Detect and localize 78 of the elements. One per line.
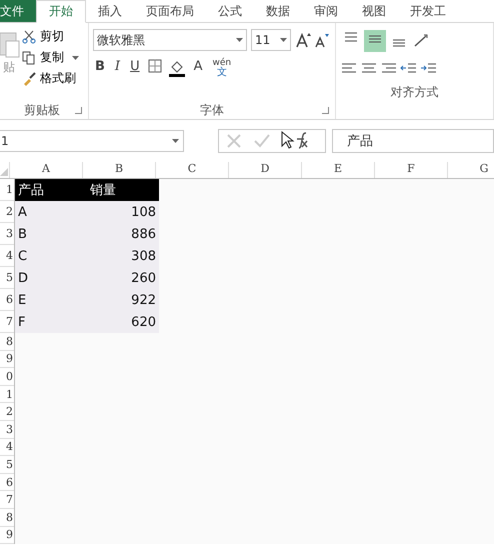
column-header[interactable]: E: [302, 162, 375, 178]
table-cell: E: [15, 289, 87, 311]
caret-icon: [72, 56, 79, 60]
row-header[interactable]: 2: [6, 205, 13, 218]
row-header[interactable]: 6: [6, 293, 13, 306]
caret-icon[interactable]: [280, 38, 287, 42]
row-header[interactable]: 1: [6, 183, 13, 196]
column-header[interactable]: G: [448, 162, 494, 178]
row-header[interactable]: 5: [6, 271, 13, 284]
table-cell: C: [15, 245, 87, 267]
copy-button[interactable]: 复制: [22, 48, 79, 67]
brush-icon: [22, 72, 36, 86]
ribbon-tab[interactable]: 插入: [86, 0, 134, 22]
table-cell: F: [15, 311, 87, 333]
table-cell: 922: [87, 289, 159, 311]
shrink-font-icon[interactable]: [315, 32, 329, 48]
fill-color-icon[interactable]: [168, 59, 186, 77]
row-header[interactable]: 7: [6, 315, 13, 328]
ribbon-tab[interactable]: 文件: [0, 0, 36, 22]
table-cell: B: [15, 223, 87, 245]
row-header[interactable]: 2: [6, 405, 13, 418]
borders-icon[interactable]: [148, 59, 162, 73]
row-header[interactable]: 7: [6, 493, 13, 506]
ribbon-tab[interactable]: 数据: [254, 0, 302, 22]
underline-button[interactable]: U: [128, 59, 142, 74]
header-cell: 销量: [87, 179, 159, 201]
header-cell: 产品: [15, 179, 87, 201]
ribbon-tab[interactable]: 视图: [350, 0, 398, 22]
table-cell: 260: [87, 267, 159, 289]
table-cell: 108: [87, 201, 159, 223]
group-label: 字体: [200, 102, 224, 118]
italic-button[interactable]: I: [112, 59, 122, 74]
ribbon-tab[interactable]: 公式: [206, 0, 254, 22]
align-middle-icon[interactable]: [364, 30, 386, 52]
cut-button[interactable]: 剪切: [22, 27, 79, 46]
ribbon-tab[interactable]: 开始: [36, 0, 86, 23]
row-header[interactable]: 3: [6, 227, 13, 240]
ribbon-tab[interactable]: 页面布局: [134, 0, 206, 22]
bold-button[interactable]: B: [93, 59, 107, 74]
caret-icon[interactable]: [172, 139, 179, 143]
table-cell: D: [15, 267, 87, 289]
row-header[interactable]: 8: [6, 510, 13, 524]
font-name-field[interactable]: 微软雅黑: [93, 29, 247, 51]
row-header[interactable]: 1: [6, 388, 13, 401]
grow-font-icon[interactable]: [295, 32, 311, 48]
column-header[interactable]: A: [10, 162, 83, 178]
font-color-button[interactable]: A: [192, 59, 204, 74]
column-header[interactable]: F: [375, 162, 448, 178]
row-header[interactable]: 8: [6, 334, 13, 348]
table-cell: 308: [87, 245, 159, 267]
ribbon-tab[interactable]: 开发工: [398, 0, 458, 22]
row-header[interactable]: 9: [6, 528, 13, 542]
row-header[interactable]: 0: [6, 370, 13, 383]
group-label: 对齐方式: [390, 84, 438, 100]
table-cell: A: [15, 201, 87, 223]
formula-field[interactable]: 产品: [332, 129, 494, 153]
row-header[interactable]: 9: [6, 352, 13, 366]
row-header[interactable]: 4: [6, 440, 13, 454]
name-box[interactable]: 1: [0, 130, 184, 152]
scissors-icon: [22, 30, 36, 44]
row-header[interactable]: 5: [6, 458, 13, 471]
caret-icon[interactable]: [236, 38, 243, 42]
column-header[interactable]: D: [229, 162, 302, 178]
font-size-field[interactable]: 11: [251, 29, 291, 51]
copy-icon: [22, 50, 36, 64]
column-header[interactable]: B: [83, 162, 156, 178]
dialog-launcher-icon[interactable]: [322, 107, 329, 114]
row-header[interactable]: 3: [6, 422, 13, 436]
row-header[interactable]: 4: [6, 249, 13, 262]
row-header[interactable]: 6: [6, 476, 13, 489]
table-cell: 620: [87, 311, 159, 333]
ribbon-tab[interactable]: 审阅: [302, 0, 350, 22]
group-label: 剪贴板: [24, 102, 60, 118]
column-header[interactable]: C: [156, 162, 229, 178]
table-cell: 886: [87, 223, 159, 245]
format-painter-button[interactable]: 格式刷: [22, 69, 79, 88]
phonetic-button[interactable]: wén 文: [210, 59, 234, 78]
dialog-launcher-icon[interactable]: [75, 107, 82, 114]
